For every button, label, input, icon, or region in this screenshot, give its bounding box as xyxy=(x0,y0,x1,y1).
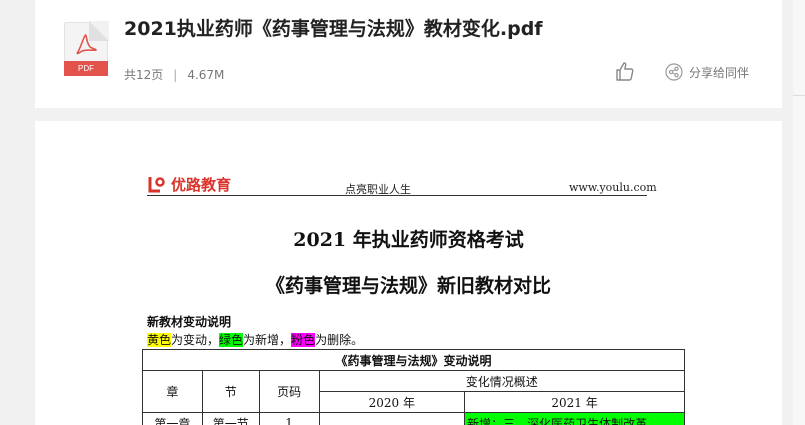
row-2021: 新增：三、深化医药卫生体制改革 xyxy=(464,412,685,425)
row-page: 1 xyxy=(258,412,320,425)
color-legend: 黄色为变动，绿色为新增，粉色为删除。 xyxy=(147,331,363,348)
col-overview: 变化情况概述 xyxy=(318,370,685,392)
pdf-tag: PDF xyxy=(64,61,108,76)
legend-pink-text: 为删除。 xyxy=(315,333,364,347)
row-section: 第一节 xyxy=(201,412,260,425)
share-icon xyxy=(665,63,683,81)
like-button[interactable] xyxy=(613,60,637,84)
brand-logo: 优路教育 xyxy=(147,173,231,195)
comparison-title: 《药事管理与法规》新旧教材对比 xyxy=(265,275,551,297)
legend-green-text: 为新增， xyxy=(243,333,292,347)
share-label: 分享给同伴 xyxy=(689,65,750,80)
col-2020: 2020 年 xyxy=(318,391,466,413)
brand-name: 优路教育 xyxy=(171,175,232,194)
legend-yellow: 黄色 xyxy=(147,333,172,347)
row-2020 xyxy=(318,412,466,425)
file-header-card: PDF 2021执业药师《药事管理与法规》教材变化.pdf 共12页 | 4.67M… xyxy=(35,0,782,108)
row-chapter: 第一章 xyxy=(142,412,203,425)
col-page: 页码 xyxy=(258,370,320,413)
col-2021: 2021 年 xyxy=(464,391,685,413)
legend-green: 绿色 xyxy=(219,333,244,347)
legend-pink: 粉色 xyxy=(291,333,316,347)
exam-title: 2021 年执业药师资格考试 xyxy=(293,229,524,251)
page-count: 共12页 xyxy=(124,68,164,82)
acrobat-logo-icon xyxy=(76,34,97,55)
col-chapter: 章 xyxy=(142,370,203,413)
youlu-logo-icon xyxy=(148,177,165,193)
pdf-file-icon: PDF xyxy=(64,21,109,76)
document-title[interactable]: 2021执业药师《药事管理与法规》教材变化.pdf xyxy=(124,14,543,41)
share-button[interactable]: 分享给同伴 xyxy=(665,62,749,82)
file-size: 4.67M xyxy=(187,68,225,82)
change-note-title: 新教材变动说明 xyxy=(147,315,232,329)
header-rule xyxy=(147,195,647,196)
thumbs-up-icon xyxy=(616,62,634,81)
brand-website: www.youlu.com xyxy=(569,181,657,194)
side-strip xyxy=(793,0,805,425)
table-caption: 《药事管理与法规》变动说明 xyxy=(142,349,685,371)
meta-separator: | xyxy=(173,68,178,82)
col-section: 节 xyxy=(201,370,260,413)
file-meta: 共12页 | 4.67M xyxy=(124,66,224,83)
change-table: 《药事管理与法规》变动说明 章 节 页码 变化情况概述 2020 年 2021 … xyxy=(142,349,685,425)
legend-yellow-text: 为变动， xyxy=(171,333,220,347)
document-page-preview: 优路教育 点亮职业人生 www.youlu.com 2021 年执业药师资格考试… xyxy=(35,121,782,425)
